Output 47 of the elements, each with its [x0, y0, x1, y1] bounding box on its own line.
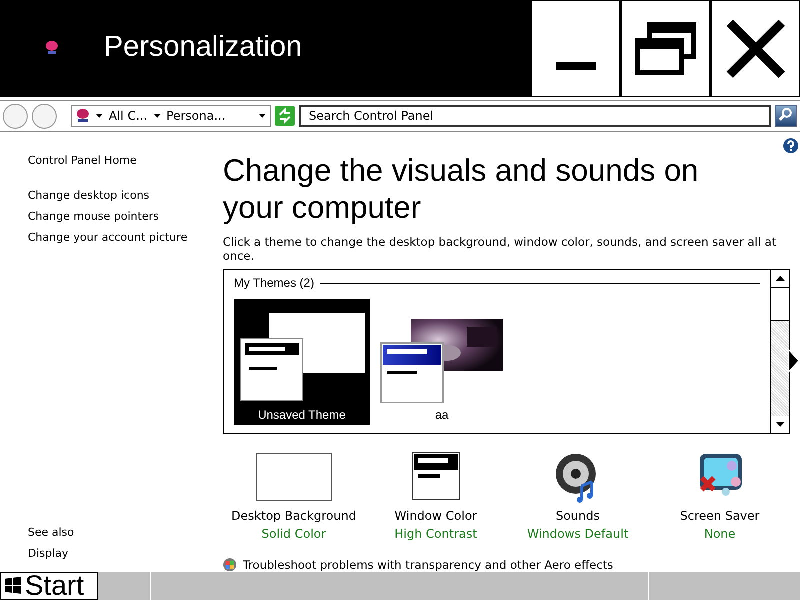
- forward-button[interactable]: [32, 104, 57, 128]
- address-field[interactable]: All C... Persona...: [71, 105, 271, 127]
- sidebar-link[interactable]: Control Panel Home: [28, 150, 137, 171]
- scroll-thumb[interactable]: [771, 287, 789, 321]
- theme-tile[interactable]: Unsaved Theme: [234, 299, 370, 425]
- setting-value: None: [704, 527, 736, 541]
- setting-link[interactable]: Window Color: [394, 509, 478, 523]
- sidebar-link[interactable]: Change mouse pointers: [28, 206, 160, 227]
- search-icon: [777, 106, 795, 124]
- breadcrumb[interactable]: All C...: [109, 109, 148, 123]
- caret-icon[interactable]: [154, 114, 161, 118]
- setting-value: Solid Color: [262, 527, 326, 541]
- back-button[interactable]: [3, 104, 28, 128]
- see-also-heading: See also: [28, 525, 76, 541]
- sidebar-link[interactable]: Change desktop icons: [28, 185, 150, 206]
- minimize-icon: [556, 62, 596, 70]
- troubleshoot-link[interactable]: Troubleshoot problems with transparency and other Aero effects: [243, 558, 614, 572]
- close-button[interactable]: [712, 1, 799, 96]
- down-arrow-icon: [776, 422, 784, 427]
- sidebar-link[interactable]: Change your account picture: [28, 227, 188, 248]
- start-button[interactable]: Start: [0, 572, 98, 600]
- setting-value: High Contrast: [394, 527, 478, 541]
- refresh-icon[interactable]: [275, 106, 295, 126]
- scrollbar[interactable]: [770, 270, 789, 433]
- windows-logo-icon: [3, 577, 23, 595]
- setting-link[interactable]: Sounds: [556, 509, 600, 523]
- restore-button[interactable]: [622, 1, 709, 96]
- app-icon: [76, 108, 90, 124]
- setting-link[interactable]: Desktop Background: [232, 509, 356, 523]
- breadcrumb[interactable]: Persona...: [166, 109, 226, 123]
- help-icon[interactable]: [783, 138, 799, 154]
- setting-link[interactable]: Screen Saver: [680, 509, 760, 523]
- close-icon: [726, 18, 786, 78]
- search-button[interactable]: [775, 105, 797, 127]
- minimize-button[interactable]: [532, 1, 619, 96]
- blank-picture-icon: [256, 452, 332, 504]
- window-title: Personalization: [104, 31, 304, 65]
- restore-icon: [634, 20, 698, 76]
- description: Click a theme to change the desktop background, window color, sounds, and screen saver all at once.: [223, 235, 778, 263]
- page-heading: Change the visuals and sounds on your computer: [223, 152, 700, 226]
- search-field[interactable]: Search Control Panel: [299, 105, 771, 127]
- setting-value: Windows Default: [527, 527, 629, 541]
- caret-icon[interactable]: [96, 114, 103, 118]
- caret-icon[interactable]: [259, 114, 266, 118]
- sidebar-link[interactable]: Display: [28, 543, 69, 564]
- group-heading: My Themes (2): [234, 276, 314, 290]
- up-arrow-icon: [776, 276, 784, 281]
